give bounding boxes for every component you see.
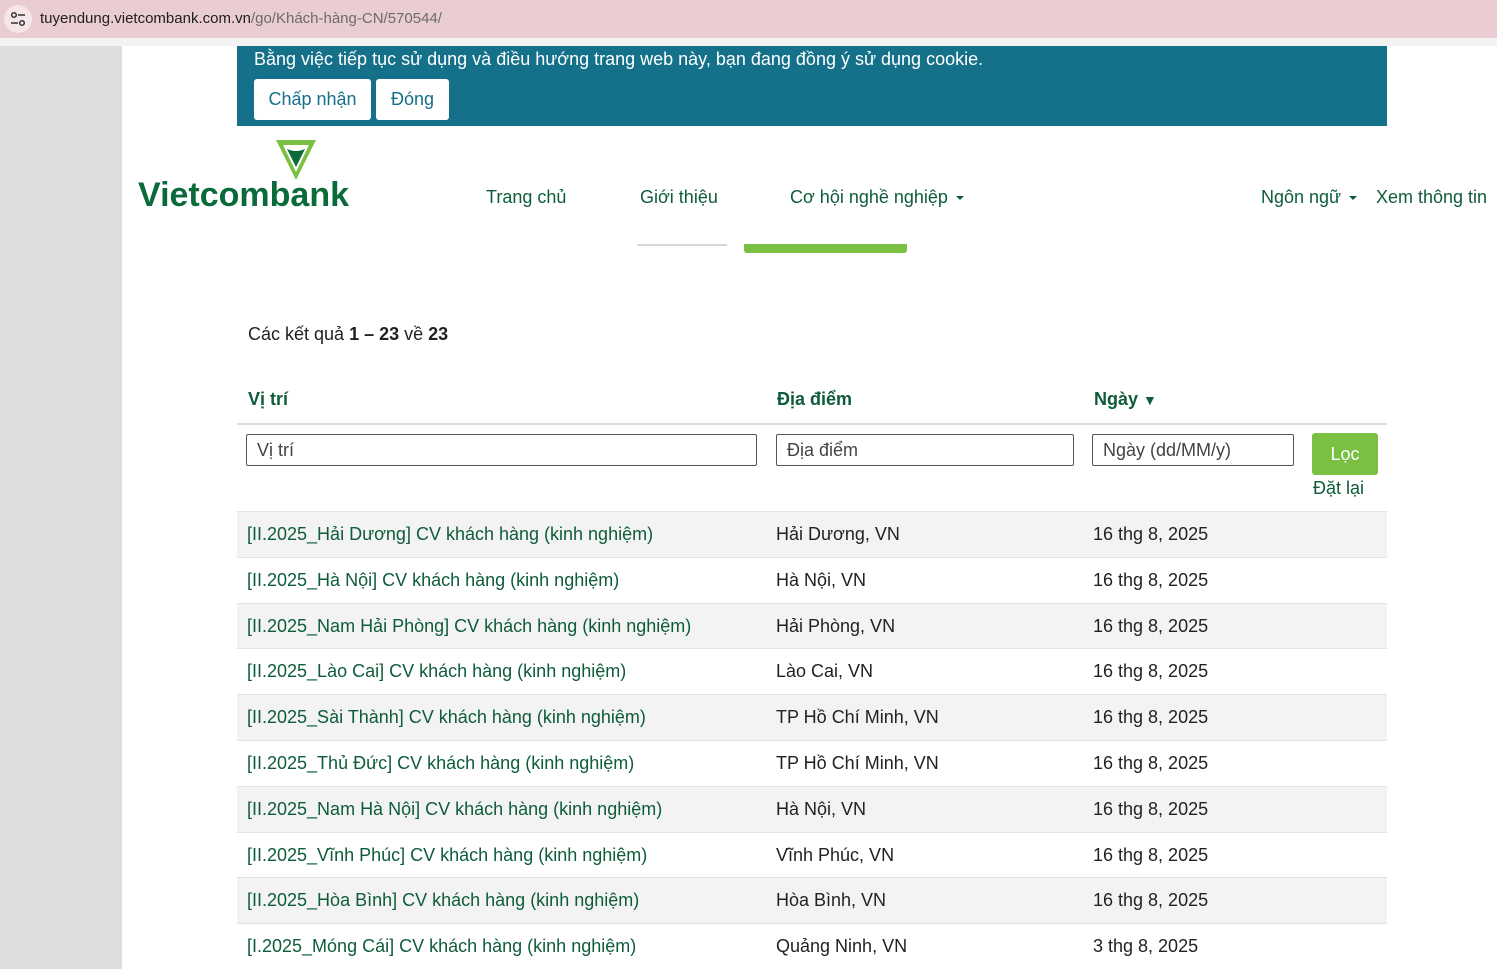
table-row: [II.2025_Hòa Bình] CV khách hàng (kinh n… [237,877,1387,924]
job-date: 16 thg 8, 2025 [1093,661,1209,682]
job-title-link[interactable]: [II.2025_Hà Nội] CV khách hàng (kinh ngh… [247,570,619,591]
position-filter-input[interactable] [246,434,757,466]
nav-careers-label: Cơ hội nghề nghiệp [790,187,948,207]
table-row: [I.2025_Móng Cái] CV khách hàng (kinh ng… [237,923,1387,969]
nav-about[interactable]: Giới thiệu [640,187,718,208]
job-title-link[interactable]: [II.2025_Thủ Đức] CV khách hàng (kinh ng… [247,753,634,774]
table-row: [II.2025_Thủ Đức] CV khách hàng (kinh ng… [237,739,1387,786]
job-date: 16 thg 8, 2025 [1093,524,1209,544]
job-location: Hà Nội, VN [776,569,867,590]
job-location: Quảng Ninh, VN [776,936,908,957]
cookie-banner: Bằng việc tiếp tục sử dụng và điều hướng… [237,46,1387,126]
nav-careers[interactable]: Cơ hội nghề nghiệp [790,187,964,208]
job-location: Vĩnh Phúc, VN [776,844,895,865]
reset-link[interactable]: Đặt lại [1313,478,1364,499]
job-list: [II.2025_Hải Dương] CV khách hàng (kinh … [237,511,1387,969]
header-date-label: Ngày [1094,389,1139,409]
job-title-link[interactable]: [II.2025_Nam Hải Phòng] CV khách hàng (k… [247,616,691,637]
table-row: [II.2025_Nam Hà Nội] CV khách hàng (kinh… [237,785,1387,832]
url-host: tuyendung.vietcombank.com.vn [40,10,251,27]
job-location: TP Hồ Chí Minh, VN [776,752,939,773]
page-gutter [0,46,122,969]
results-of: về [404,324,424,344]
cookie-close-button[interactable]: Đóng [376,79,449,120]
table-row: [II.2025_Nam Hải Phòng] CV khách hàng (k… [237,602,1387,649]
filter-button[interactable]: Lọc [1312,433,1378,475]
location-filter-input[interactable] [776,434,1074,466]
date-filter-input[interactable] [1092,434,1294,466]
sort-desc-icon: ▼ [1143,392,1157,408]
dropdown-stub [637,244,727,246]
job-date: 16 thg 8, 2025 [1093,890,1209,911]
results-count: Các kết quả 1 – 23 về 23 [248,324,448,345]
job-location: Hải Phòng, VN [776,615,896,636]
job-date: 16 thg 8, 2025 [1093,798,1209,819]
header-divider [237,423,1387,425]
job-date: 16 thg 8, 2025 [1093,615,1209,636]
job-title-link[interactable]: [I.2025_Móng Cái] CV khách hàng (kinh ng… [247,936,636,957]
url-text[interactable]: tuyendung.vietcombank.com.vn/go/Khách-hà… [40,10,442,27]
nav-language[interactable]: Ngôn ngữ [1261,187,1358,208]
header-location[interactable]: Địa điểm [777,389,852,410]
vietcombank-logo[interactable]: Vietcombank [138,138,349,214]
job-location: Hà Nội, VN [776,798,867,819]
job-title-link[interactable]: [II.2025_Nam Hà Nội] CV khách hàng (kinh… [247,799,662,820]
chevron-down-icon [955,196,964,201]
job-title-link[interactable]: [II.2025_Hòa Bình] CV khách hàng (kinh n… [247,890,639,911]
header-date[interactable]: Ngày ▼ [1094,389,1157,410]
nav-view-info[interactable]: Xem thông tin [1376,187,1487,208]
job-date: 3 thg 8, 2025 [1093,936,1199,957]
chevron-down-icon [1349,196,1358,201]
job-title-link[interactable]: [II.2025_Lào Cai] CV khách hàng (kinh ng… [247,661,626,682]
cookie-message: Bằng việc tiếp tục sử dụng và điều hướng… [254,49,984,69]
results-prefix: Các kết quả [248,324,345,344]
table-row: [II.2025_Sài Thành] CV khách hàng (kinh … [237,694,1387,740]
browser-address-bar[interactable]: tuyendung.vietcombank.com.vn/go/Khách-hà… [0,0,1497,38]
table-row: [II.2025_Hải Dương] CV khách hàng (kinh … [237,511,1387,557]
job-location: Hòa Bình, VN [776,890,887,911]
job-location: TP Hồ Chí Minh, VN [776,707,939,728]
url-path: /go/Khách-hàng-CN/570544/ [250,10,442,27]
job-date: 16 thg 8, 2025 [1093,752,1209,773]
dropdown-stub-active [744,244,907,253]
cookie-accept-button[interactable]: Chấp nhận [254,79,371,120]
header-position[interactable]: Vị trí [248,389,288,410]
job-date: 16 thg 8, 2025 [1093,707,1209,728]
job-title-link[interactable]: [II.2025_Sài Thành] CV khách hàng (kinh … [247,707,646,728]
table-row: [II.2025_Hà Nội] CV khách hàng (kinh ngh… [237,556,1387,603]
results-total: 23 [428,324,449,344]
job-location: Lào Cai, VN [776,661,874,682]
nav-home[interactable]: Trang chủ [486,187,566,208]
job-date: 16 thg 8, 2025 [1093,844,1209,865]
site-settings-icon[interactable] [4,5,32,33]
brand-wordmark: Vietcombank [138,176,350,214]
job-title-link[interactable]: [II.2025_Hải Dương] CV khách hàng (kinh … [247,524,653,545]
job-date: 16 thg 8, 2025 [1093,569,1209,590]
toolbar-divider [0,38,1497,46]
nav-language-label: Ngôn ngữ [1261,187,1342,207]
results-range: 1 – 23 [349,324,400,344]
table-row: [II.2025_Lào Cai] CV khách hàng (kinh ng… [237,648,1387,694]
job-location: Hải Dương, VN [776,524,900,544]
table-row: [II.2025_Vĩnh Phúc] CV khách hàng (kinh … [237,831,1387,878]
job-title-link[interactable]: [II.2025_Vĩnh Phúc] CV khách hàng (kinh … [247,845,647,866]
